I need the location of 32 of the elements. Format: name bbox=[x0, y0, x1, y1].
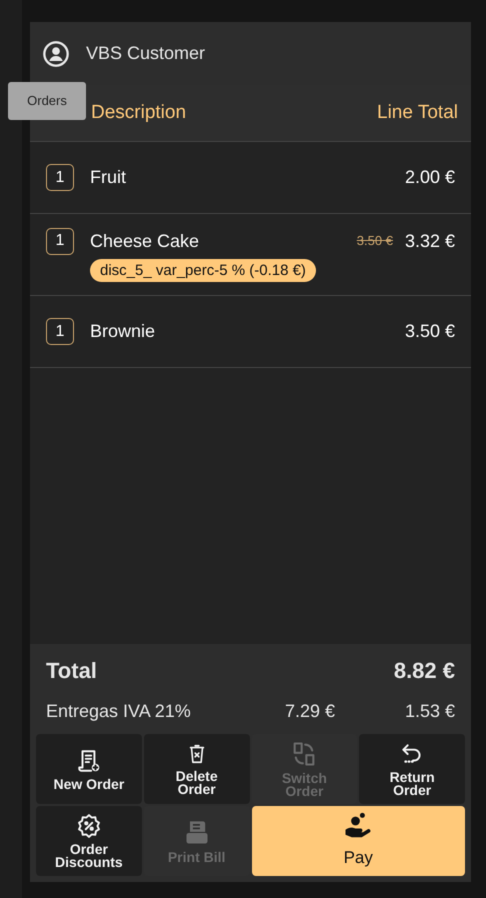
order-line[interactable]: 1 Cheese Cake 3.50 € 3.32 € disc_5_ var_perc-5 % (-0.18 €) bbox=[30, 214, 471, 296]
tooltip: Orders bbox=[8, 82, 86, 120]
customer-header[interactable]: VBS Customer bbox=[30, 22, 471, 85]
line-total: 3.50 € bbox=[404, 320, 455, 343]
tax-label: Entregas IVA 21% bbox=[46, 700, 192, 723]
line-total: 2.00 € bbox=[404, 166, 455, 189]
total-amount: 8.82 € bbox=[394, 656, 455, 684]
order-line[interactable]: 1 Brownie 3.50 € bbox=[30, 296, 471, 368]
receipt-plus-icon bbox=[76, 748, 102, 774]
line-total: 3.32 € bbox=[404, 230, 455, 252]
tax-base: 7.29 € bbox=[284, 700, 336, 722]
total-label: Total bbox=[46, 656, 97, 684]
action-button[interactable]: Return Order bbox=[359, 734, 465, 804]
action-button[interactable]: Delete Order bbox=[144, 734, 250, 804]
action-button[interactable]: New Order bbox=[36, 734, 142, 804]
pay-button[interactable]: Pay bbox=[252, 806, 465, 876]
description-heading: Description bbox=[91, 100, 186, 125]
user-circle-icon bbox=[42, 40, 70, 68]
discount-badge-icon bbox=[76, 813, 102, 839]
item-name: Brownie bbox=[90, 320, 156, 343]
original-price: 3.50 € bbox=[356, 232, 393, 250]
quantity: 1 bbox=[46, 164, 74, 191]
discount-tag: disc_5_ var_perc-5 % (-0.18 €) bbox=[90, 258, 316, 282]
tax-amount: 1.53 € bbox=[404, 700, 455, 722]
order-line[interactable]: 1 Fruit 2.00 € bbox=[30, 142, 471, 214]
item-name: Cheese Cake bbox=[90, 230, 200, 252]
action-button[interactable]: Order Discounts bbox=[36, 806, 142, 876]
item-name: Fruit bbox=[90, 166, 127, 189]
quantity: 1 bbox=[46, 228, 74, 254]
quantity: 1 bbox=[46, 318, 74, 345]
line-total-heading: Line Total bbox=[377, 100, 458, 125]
customer-name: VBS Customer bbox=[86, 42, 206, 65]
